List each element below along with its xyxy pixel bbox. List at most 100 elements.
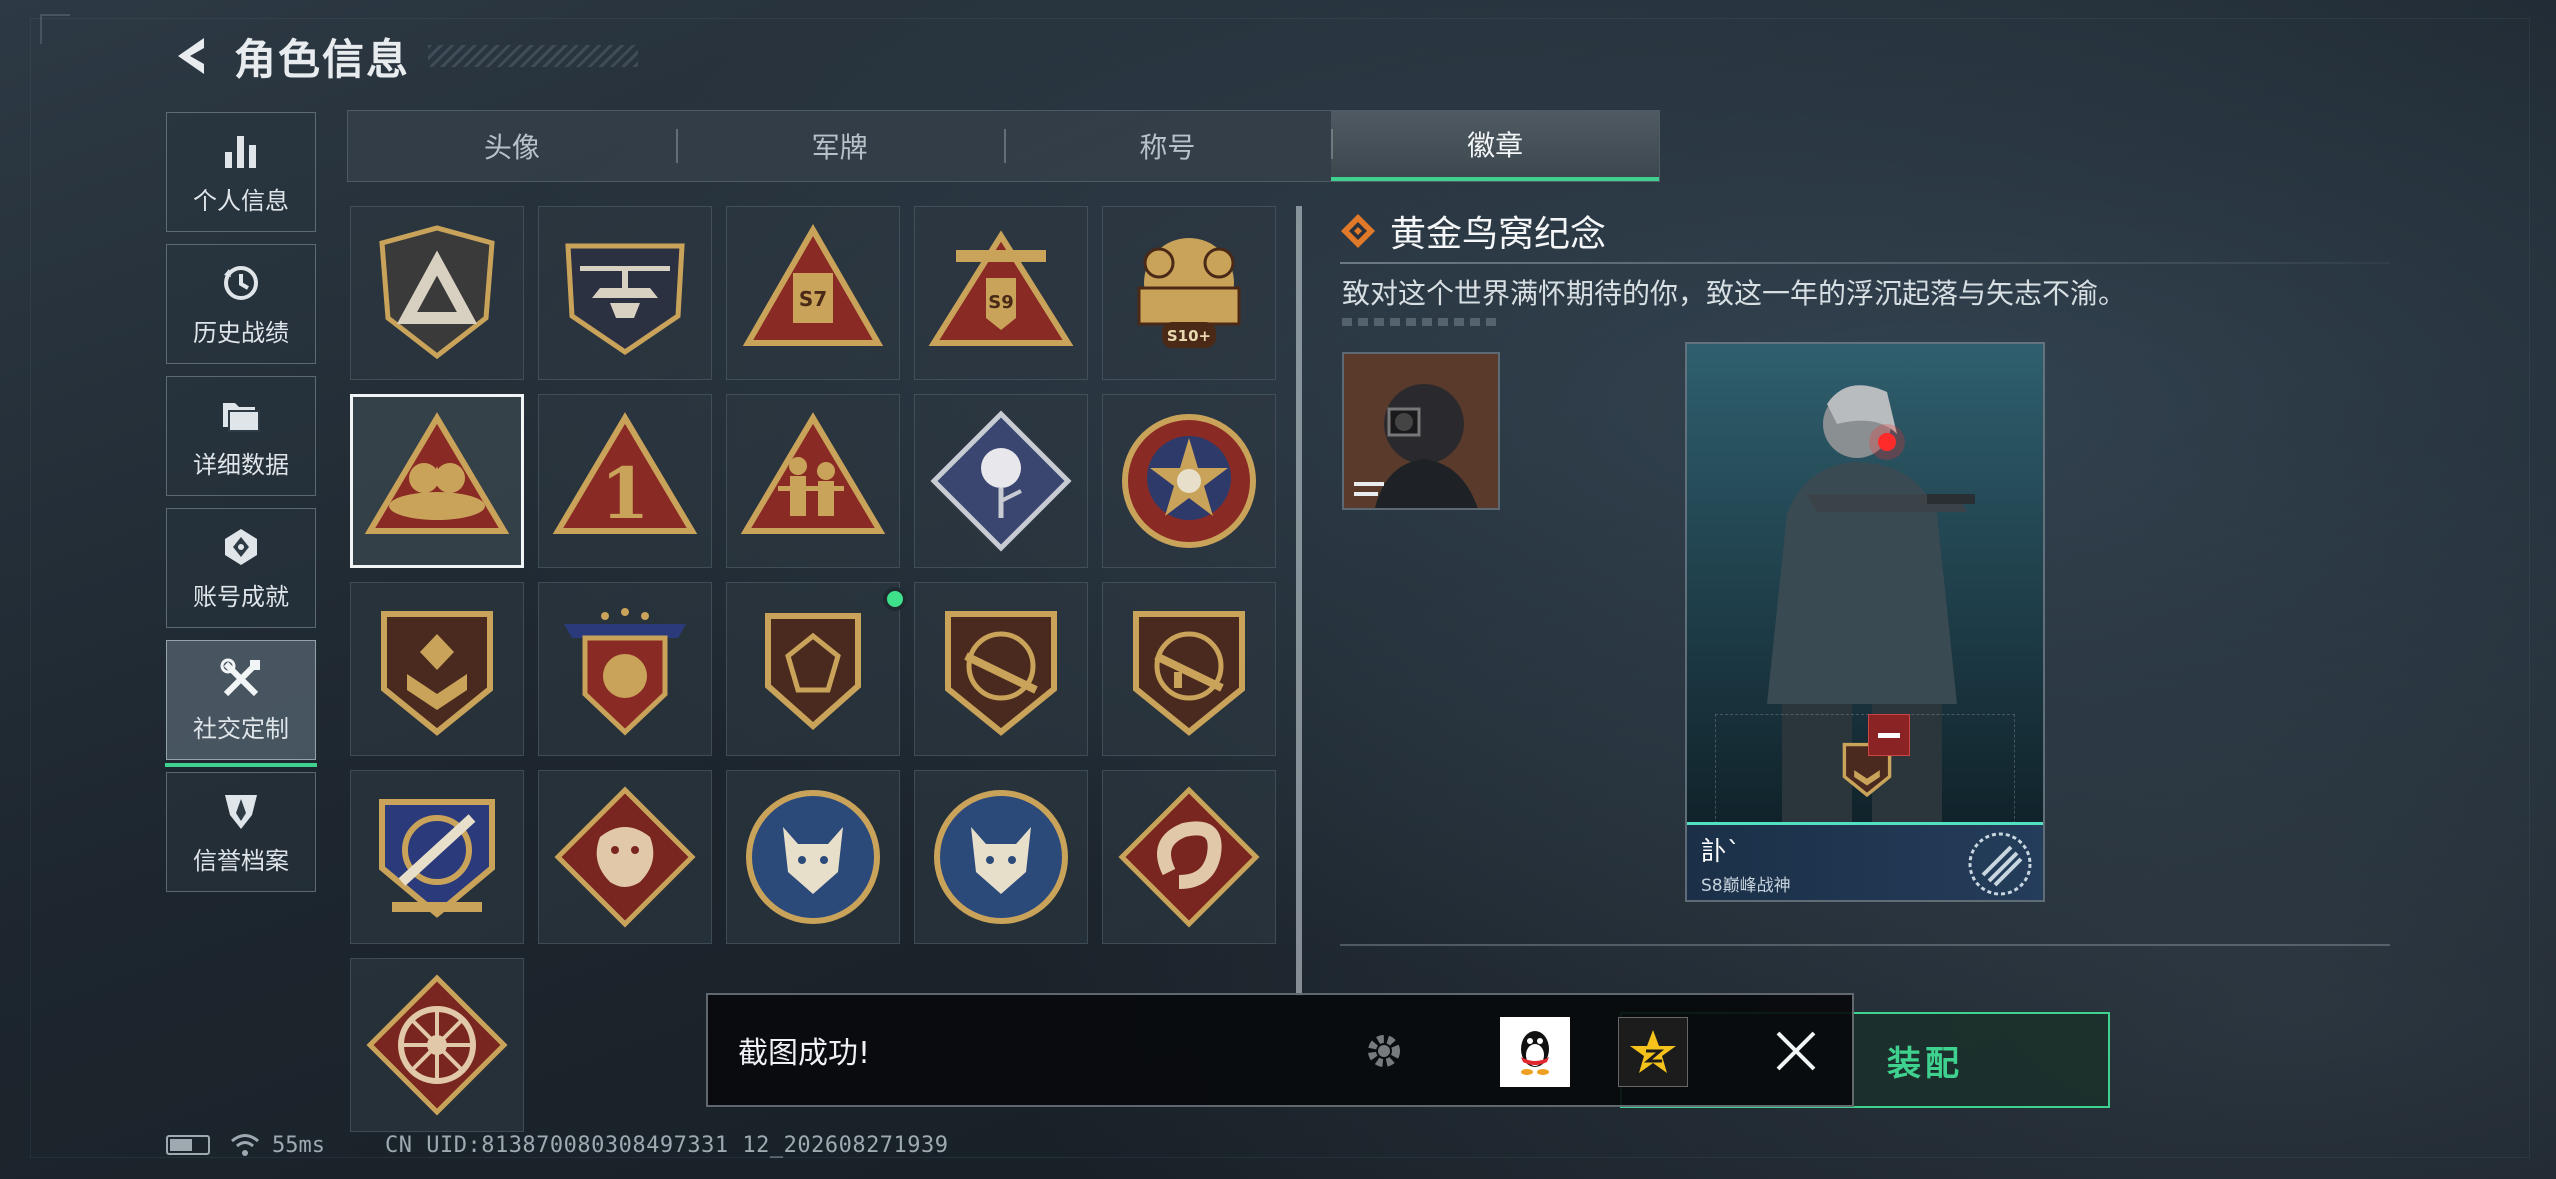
nav-label: 信誉档案 [193,846,289,875]
nav-label: 历史战绩 [193,318,289,347]
badge-cell[interactable] [726,394,900,568]
serpent-diamond-badge-icon [1118,786,1260,928]
wifi-icon [231,1134,259,1156]
rose-diamond-badge-icon [930,410,1072,552]
gem-shield-badge-icon [765,613,861,731]
battery-icon [166,1135,210,1155]
history-clock-icon [219,261,263,305]
nav-item-reputation[interactable]: 信誉档案 [166,772,316,892]
svg-text:1: 1 [601,452,650,535]
badge-cell[interactable] [350,582,524,756]
player-avatar[interactable] [1342,352,1500,510]
tab-dog-tag[interactable]: 军牌 [675,111,1004,181]
smg-shield-badge-icon [1133,611,1245,736]
tools-icon [219,657,263,701]
card-nameplate: 訃` S8巅峰战神 [1687,822,2043,900]
badge-cell[interactable] [914,394,1088,568]
nav-label: 账号成就 [193,582,289,611]
badge-cell[interactable] [914,582,1088,756]
status-bar: 55ms CN UID:813870080308497331 12_202608… [166,1128,949,1162]
rifle-shield-badge-icon [945,611,1057,736]
nav-item-achievements[interactable]: 账号成就 [166,508,316,628]
achievement-icon [219,525,263,569]
equip-button-label: 装配 [1887,1043,1963,1084]
title-underline [1340,262,2390,264]
golden-nest-badge-icon [364,412,510,534]
svg-text:S9: S9 [988,292,1014,313]
decor-tag [1342,318,1502,326]
operator-card: 訃` S8巅峰战神 [1685,342,2045,902]
tab-badge[interactable]: 徽章 [1331,111,1659,181]
remove-badge-button[interactable] [1868,714,1910,756]
badge-cell[interactable] [350,958,524,1132]
folder-icon [219,393,263,437]
badge-cell[interactable] [1102,770,1276,944]
winged-star-shield-badge-icon [564,608,686,736]
helicopter-badge-icon [565,243,685,356]
svg-text:S10+: S10+ [1167,327,1211,345]
triangle-shield-badge-icon [379,225,495,360]
badge-cell[interactable] [538,206,712,380]
badge-cell[interactable] [538,582,712,756]
minus-icon [1878,732,1900,738]
nav-item-social-customization[interactable]: 社交定制 [165,640,317,767]
share-qq-button[interactable] [1500,1017,1570,1087]
nav-label: 详细数据 [193,450,289,479]
ping-value: 55ms [272,1132,325,1158]
badge-cell[interactable]: S10+ [1102,206,1276,380]
tab-avatar[interactable]: 头像 [348,111,676,181]
badge-cell-selected[interactable] [350,394,524,568]
side-nav: 个人信息 历史战绩 详细数据 账号成就 社交定制 信誉档案 [165,112,317,904]
qq-penguin-icon [1521,1031,1549,1075]
badge-cell[interactable] [1102,582,1276,756]
chevron-shield-badge-icon [381,611,493,736]
badge-cell[interactable] [350,206,524,380]
tab-title[interactable]: 称号 [1003,111,1332,181]
badge-cell[interactable] [350,770,524,944]
badge-cell[interactable]: S9 [914,206,1088,380]
bar-chart-icon [219,129,263,173]
badge-cell[interactable] [538,770,712,944]
card-player-name: 訃` [1701,837,1741,867]
screenshot-toast: 截图成功! [706,993,1854,1107]
wolf-circle-badge-icon [746,790,880,924]
back-arrow-icon [178,38,204,74]
qzone-star-icon [1630,1030,1676,1073]
svg-text:S7: S7 [799,287,827,311]
badge-detail-header: 黄金鸟窝纪念 [1340,206,1606,256]
page-header: 角色信息 [168,26,639,86]
reputation-shield-icon [219,789,263,833]
page-title: 角色信息 [234,34,411,84]
diamond-rarity-icon [1341,214,1375,248]
share-qzone-button[interactable] [1618,1017,1688,1087]
back-button[interactable] [168,32,216,80]
nav-item-history[interactable]: 历史战绩 [166,244,316,364]
gear-icon [1354,1021,1414,1081]
crosshair-knife-badge-icon [379,799,495,918]
season-s10-plus-badge-icon: S10+ [1137,238,1241,348]
card-player-title: S8巅峰战神 [1701,876,1791,896]
operator-portrait-icon [1344,354,1498,508]
badge-name: 黄金鸟窝纪念 [1390,214,1607,255]
badge-cell[interactable]: S7 [726,206,900,380]
nav-item-personal-info[interactable]: 个人信息 [166,112,316,232]
close-toast-button[interactable] [1766,1021,1826,1081]
badge-cell[interactable]: 1 [538,394,712,568]
title-decoration [428,45,639,67]
category-tabs: 头像 军牌 称号 徽章 [347,110,1660,182]
dragon-diamond-badge-icon [554,786,696,928]
detail-divider [1340,944,2390,946]
badge-cell[interactable] [726,582,907,756]
badge-cell[interactable] [1102,394,1276,568]
nav-item-detailed-data[interactable]: 详细数据 [166,376,316,496]
close-icon [1776,1031,1816,1071]
nav-label: 社交定制 [193,714,289,743]
badge-cell[interactable] [914,770,1088,944]
panel-divider [1296,206,1302,996]
badge-description: 致对这个世界满怀期待的你，致这一年的浮沉起落与矢志不渝。 [1342,277,2127,310]
corner-decoration [40,14,70,44]
season-s9-badge-icon: S9 [928,230,1074,346]
nav-label: 个人信息 [193,186,289,215]
badge-cell[interactable] [726,770,900,944]
wheel-diamond-badge-icon [366,974,508,1116]
